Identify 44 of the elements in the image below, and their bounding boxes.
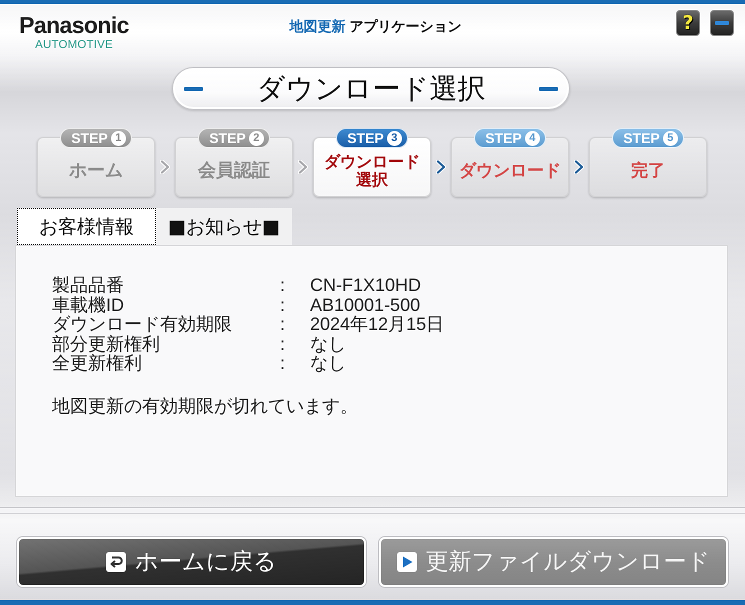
step-number: 1: [110, 130, 126, 146]
info-value: AB10001-500: [310, 296, 420, 316]
step-word: STEP: [347, 130, 384, 146]
info-value: 2024年12月15日: [310, 315, 444, 335]
info-separator: :: [280, 276, 286, 296]
info-separator: :: [280, 354, 286, 374]
chevron-icon: [298, 160, 308, 174]
step-word: STEP: [209, 130, 246, 146]
logo-subtitle: AUTOMOTIVE: [35, 39, 113, 52]
tab[interactable]: お客様情報: [17, 208, 156, 245]
minimize-button[interactable]: [710, 10, 734, 36]
back-home-button[interactable]: ホームに戻る: [17, 537, 366, 587]
tab[interactable]: ■お知らせ■: [156, 208, 292, 245]
info-value: なし: [310, 334, 346, 354]
info-label: ダウンロード有効期限: [52, 315, 232, 334]
chevron-icon: [436, 160, 446, 174]
step-number: 2: [248, 130, 264, 146]
info-label: 製品品番: [52, 276, 124, 296]
info-label: 全更新権利: [52, 354, 142, 374]
info-separator: :: [280, 315, 286, 335]
app-title-highlight: 地図更新: [290, 18, 346, 36]
dash-icon: [184, 86, 203, 90]
app-title: アプリケーション: [350, 18, 462, 36]
step-word: STEP: [485, 130, 522, 146]
play-icon: [396, 552, 416, 572]
info-separator: :: [280, 296, 286, 316]
minimize-icon: [715, 21, 729, 25]
chevron-icon: [160, 160, 170, 174]
info-value: なし: [310, 354, 346, 374]
info-value: CN-F1X10HD: [310, 276, 422, 296]
step-number: 4: [524, 130, 540, 146]
help-button[interactable]: ?: [676, 10, 700, 36]
chevron-icon: [574, 160, 584, 174]
step-word: STEP: [623, 130, 660, 146]
page-title: ダウンロード選択: [256, 72, 486, 106]
info-label: 部分更新権利: [52, 334, 160, 354]
info-separator: :: [280, 334, 286, 354]
step-number: 3: [386, 130, 402, 146]
step-word: STEP: [71, 130, 108, 146]
status-message: 地図更新の有効期限が切れています。: [52, 396, 358, 416]
info-label: 車載機ID: [52, 296, 124, 316]
logo-wordmark: Panasonic: [19, 14, 129, 36]
dash-icon: [539, 86, 558, 90]
step-number: 5: [662, 130, 678, 146]
